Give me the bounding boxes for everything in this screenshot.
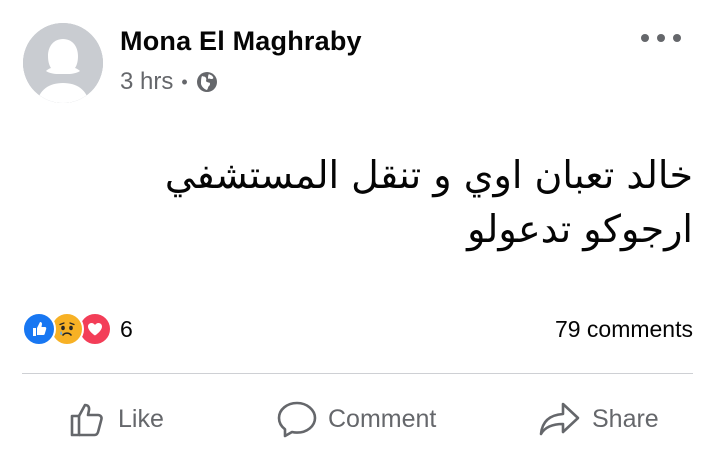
post-meta: 3 hrs •	[120, 68, 218, 96]
like-reaction-icon	[22, 312, 56, 346]
more-dot-icon	[673, 34, 681, 42]
like-button-label: Like	[118, 404, 164, 433]
meta-separator: •	[181, 72, 188, 92]
thumbs-up-icon	[70, 403, 103, 437]
more-dot-icon	[657, 34, 665, 42]
share-button-label: Share	[592, 404, 659, 433]
share-arrow-icon	[539, 402, 580, 436]
more-dot-icon	[641, 34, 649, 42]
globe-icon[interactable]	[196, 71, 218, 93]
post-timestamp[interactable]: 3 hrs	[120, 68, 173, 96]
comment-button-label: Comment	[328, 404, 437, 433]
like-button[interactable]: Like	[68, 394, 164, 444]
post-card: Mona El Maghraby 3 hrs • خالد تعبان اوي …	[0, 0, 719, 459]
comments-count[interactable]: 79 comments	[555, 316, 693, 343]
reaction-count: 6	[120, 315, 133, 342]
post-body-line: ارجوكو تدعولو	[467, 207, 693, 251]
post-body-line: خالد تعبان اوي و تنقل المستشفي	[164, 153, 693, 197]
post-body: خالد تعبان اوي و تنقل المستشفي ارجوكو تد…	[53, 148, 693, 256]
actions-divider	[22, 373, 693, 374]
reactions-summary[interactable]: 6	[22, 312, 133, 346]
more-options-button[interactable]	[641, 28, 681, 48]
profile-avatar[interactable]	[23, 23, 103, 103]
author-name[interactable]: Mona El Maghraby	[120, 26, 362, 57]
default-avatar-icon	[23, 23, 103, 103]
comment-button[interactable]: Comment	[276, 394, 436, 444]
share-button[interactable]: Share	[538, 394, 659, 444]
comment-bubble-icon	[277, 401, 317, 438]
